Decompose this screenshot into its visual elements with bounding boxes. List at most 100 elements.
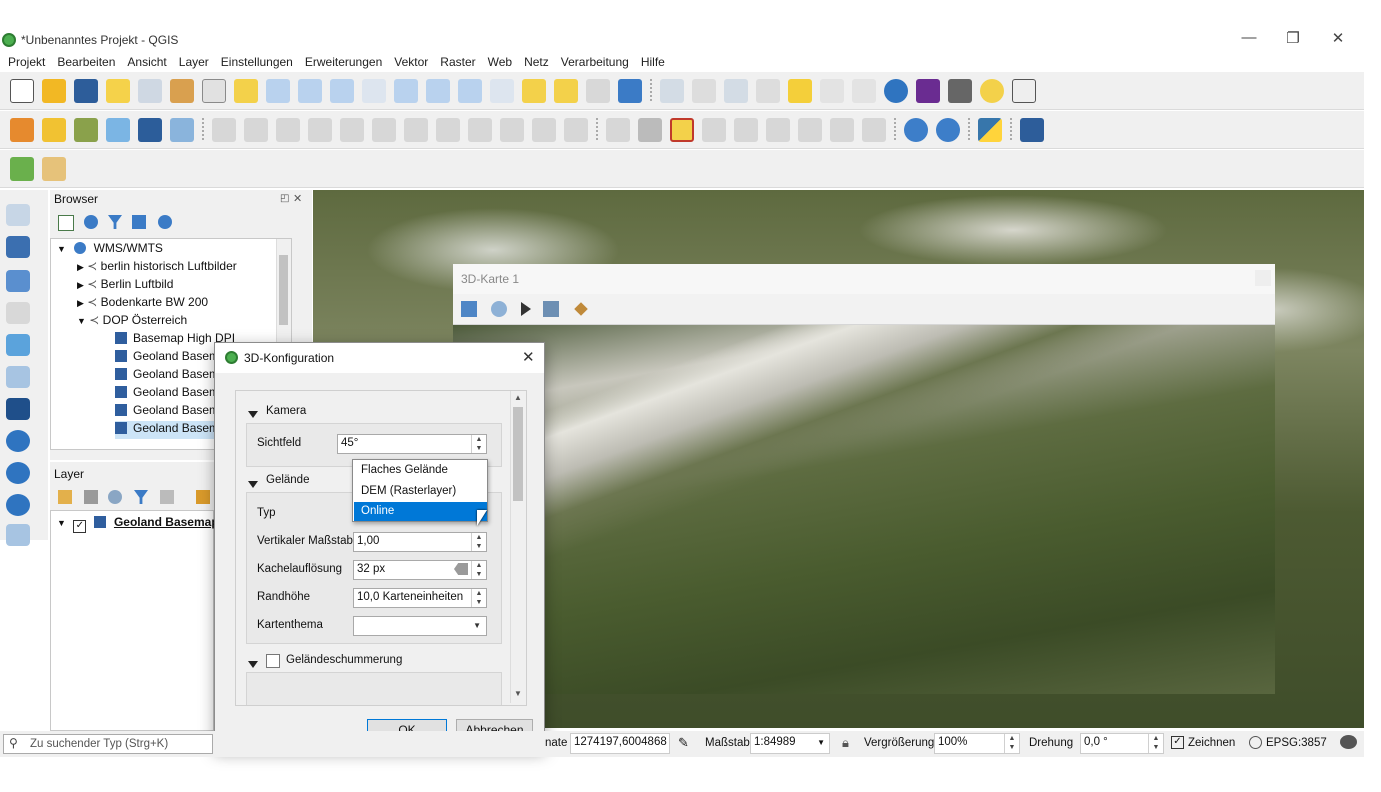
- new-spatialite-icon[interactable]: [106, 117, 130, 142]
- zoom-next-icon[interactable]: [490, 78, 514, 103]
- tree-item-geoland-3[interactable]: Geoland Basem: [115, 385, 219, 403]
- rotation-spinbox[interactable]: 0,0 ° ▲ ▼: [1080, 733, 1164, 754]
- open-project-icon[interactable]: [42, 78, 66, 103]
- rotation-spin-arrows[interactable]: ▲ ▼: [1148, 734, 1163, 753]
- tree-item-geoland-2[interactable]: Geoland Basem: [115, 367, 219, 385]
- config-scrollbar-thumb[interactable]: [513, 407, 523, 501]
- zoom-last-icon[interactable]: [458, 78, 482, 103]
- refresh-browser-icon[interactable]: [84, 215, 98, 229]
- scroll-up-icon[interactable]: ▲: [514, 393, 522, 402]
- add-virtual-layer-icon[interactable]: [6, 366, 30, 388]
- render-checkbox[interactable]: ✓: [1171, 736, 1184, 749]
- coordinate-toggle-icon[interactable]: ✎: [678, 735, 689, 751]
- add-wcs-icon[interactable]: [6, 462, 30, 484]
- pan-map-icon[interactable]: [202, 78, 226, 103]
- new-shapefile-icon[interactable]: [74, 117, 98, 142]
- save-edits-icon[interactable]: [276, 117, 300, 142]
- attribute-table-icon[interactable]: [820, 78, 844, 103]
- restore-button[interactable]: ❐: [1278, 29, 1308, 47]
- delete-icon[interactable]: [404, 117, 428, 142]
- identify-icon[interactable]: [660, 78, 684, 103]
- info-icon[interactable]: [158, 215, 172, 229]
- menu-web[interactable]: Web: [482, 55, 518, 69]
- run-action-icon[interactable]: [692, 78, 716, 103]
- scroll-down-icon[interactable]: ▼: [514, 689, 522, 698]
- map-tips-icon[interactable]: [980, 78, 1004, 103]
- tree-item-berlin-historisch[interactable]: ▶ ≺ berlin historisch Luftbilder: [77, 259, 237, 277]
- crs-label[interactable]: EPSG:3857: [1266, 737, 1327, 749]
- select-by-value-icon[interactable]: [756, 78, 780, 103]
- hillshade-checkbox[interactable]: [266, 654, 280, 668]
- dialog-close-icon[interactable]: ✕: [522, 348, 535, 366]
- filter-icon[interactable]: [108, 215, 122, 229]
- add-xyz-icon[interactable]: [6, 524, 30, 546]
- configure-wrench-icon[interactable]: [574, 302, 588, 316]
- layout-manager-icon[interactable]: [138, 78, 162, 103]
- add-wms-layer-icon[interactable]: [904, 117, 928, 142]
- current-edits-icon[interactable]: [212, 117, 236, 142]
- modify-attributes-icon[interactable]: [372, 117, 396, 142]
- add-postgis-icon[interactable]: [6, 398, 30, 420]
- menu-erweiterungen[interactable]: Erweiterungen: [299, 55, 388, 69]
- select-features-icon[interactable]: [724, 78, 748, 103]
- expand-all-icon[interactable]: [196, 490, 210, 504]
- tree-item-geoland-5[interactable]: Geoland Basem: [115, 421, 226, 439]
- zoom-native-icon[interactable]: [426, 78, 450, 103]
- refresh-icon[interactable]: [618, 78, 642, 103]
- vertical-scale-spin-arrows[interactable]: ▲ ▼: [471, 533, 486, 551]
- help-icon[interactable]: [1020, 117, 1044, 142]
- zoom-to-layer-icon[interactable]: [394, 78, 418, 103]
- tree-item-wms[interactable]: ▼ WMS/WMTS: [57, 241, 163, 259]
- add-wfs-layer-icon[interactable]: [936, 117, 960, 142]
- camera-collapse-icon[interactable]: [248, 407, 258, 421]
- option-flat-terrain[interactable]: Flaches Gelände: [354, 461, 487, 480]
- map3d-view[interactable]: [453, 325, 1275, 694]
- zoom-to-selection-icon[interactable]: [362, 78, 386, 103]
- menu-projekt[interactable]: Projekt: [2, 55, 51, 69]
- layer-item-geoland[interactable]: ▼ ✓ Geoland Basemap: [57, 515, 219, 533]
- add-group-icon[interactable]: [84, 490, 98, 504]
- tree-item-dop-oesterreich[interactable]: ▼ ≺ DOP Österreich: [77, 313, 187, 331]
- new-project-icon[interactable]: [10, 78, 34, 103]
- cut-icon[interactable]: [436, 117, 460, 142]
- tree-item-berlin-luftbild[interactable]: ▶ ≺ Berlin Luftbild: [77, 277, 173, 295]
- add-raster-layer-icon[interactable]: [6, 236, 30, 258]
- panel-close-icon[interactable]: ✕: [293, 192, 302, 205]
- scrollbar-thumb[interactable]: [279, 255, 288, 325]
- menu-hilfe[interactable]: Hilfe: [635, 55, 671, 69]
- animation-play-icon[interactable]: [521, 302, 531, 316]
- label-pin-icon[interactable]: [638, 117, 662, 142]
- label-diagram-icon[interactable]: [862, 117, 886, 142]
- skirt-height-spin-arrows[interactable]: ▲ ▼: [471, 589, 486, 607]
- visibility-icon[interactable]: [108, 490, 122, 504]
- filter-expression-icon[interactable]: [160, 490, 174, 504]
- label-properties-icon[interactable]: [830, 117, 854, 142]
- option-online[interactable]: Online: [354, 502, 487, 521]
- zoom-in-icon[interactable]: [266, 78, 290, 103]
- tile-resolution-spinbox[interactable]: 32 px ▲ ▼: [353, 560, 487, 580]
- menu-bearbeiten[interactable]: Bearbeiten: [51, 55, 121, 69]
- config-scrollbar[interactable]: ▲ ▼: [510, 391, 526, 703]
- deselect-icon[interactable]: [788, 78, 812, 103]
- coordinate-field[interactable]: 1274197,6004868: [570, 733, 670, 754]
- menu-ansicht[interactable]: Ansicht: [121, 55, 172, 69]
- add-vector-layer-icon[interactable]: [6, 204, 30, 226]
- menu-vektor[interactable]: Vektor: [388, 55, 434, 69]
- tree-item-geoland-1[interactable]: Geoland Basem: [115, 349, 219, 367]
- menu-einstellungen[interactable]: Einstellungen: [215, 55, 299, 69]
- pan-to-selection-icon[interactable]: [234, 78, 258, 103]
- field-calculator-icon[interactable]: [852, 78, 876, 103]
- redo-icon[interactable]: [564, 117, 588, 142]
- label-change-icon[interactable]: [798, 117, 822, 142]
- vertical-scale-spinbox[interactable]: 1,00 ▲ ▼: [353, 532, 487, 552]
- filter-legend-icon[interactable]: [134, 490, 148, 504]
- panel-float-icon[interactable]: ◰: [280, 193, 289, 204]
- add-selected-icon[interactable]: [58, 215, 74, 231]
- map-theme-combobox[interactable]: ▼: [353, 616, 487, 636]
- fov-spin-arrows[interactable]: ▲ ▼: [471, 435, 486, 453]
- add-wfs-icon[interactable]: [6, 494, 30, 516]
- print-layout-icon[interactable]: [106, 78, 130, 103]
- add-delimited-text-icon[interactable]: [6, 302, 30, 324]
- option-dem-raster[interactable]: DEM (Rasterlayer): [354, 482, 487, 501]
- add-wms-icon[interactable]: [6, 430, 30, 452]
